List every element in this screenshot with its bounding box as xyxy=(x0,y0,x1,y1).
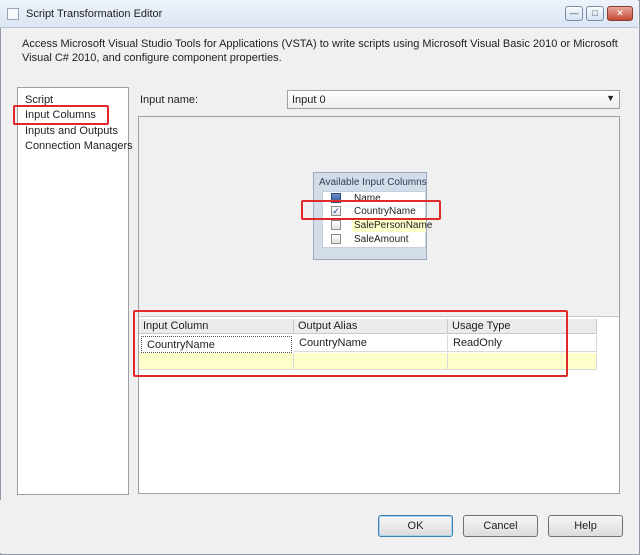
available-input-columns-title: Available Input Columns xyxy=(319,177,427,188)
input-name-value: Input 0 xyxy=(292,94,326,106)
nav-item-connection-managers[interactable]: Connection Managers xyxy=(25,140,133,152)
column-name: SaleAmount xyxy=(354,234,409,245)
column-row-saleamount[interactable]: SaleAmount xyxy=(322,233,426,246)
input-name-label: Input name: xyxy=(140,94,199,106)
ok-button[interactable]: OK xyxy=(378,515,453,537)
countryname-checkbox[interactable]: ✓ xyxy=(331,206,341,216)
maximize-button[interactable]: □ xyxy=(586,6,604,21)
minimize-icon: — xyxy=(569,8,579,18)
grid-header-input-column[interactable]: Input Column xyxy=(139,319,294,334)
nav-item-script[interactable]: Script xyxy=(25,94,53,106)
input-name-dropdown[interactable]: Input 0 ▼ xyxy=(287,90,620,109)
help-button[interactable]: Help xyxy=(548,515,623,537)
editor-description: Access Microsoft Visual Studio Tools for… xyxy=(22,38,618,64)
saleamount-checkbox[interactable] xyxy=(331,234,341,244)
close-button[interactable]: ✕ xyxy=(607,6,633,21)
column-row-salepersonname[interactable]: SalePersonName xyxy=(322,219,433,232)
grid-header-usage-type[interactable]: Usage Type xyxy=(448,319,597,334)
grid-new-row-input-column[interactable] xyxy=(139,353,294,370)
grid-cell-usage-type[interactable]: ReadOnly xyxy=(448,335,597,352)
grid-cell-input-column[interactable]: CountryName xyxy=(141,336,292,353)
nav-item-inputs-and-outputs[interactable]: Inputs and Outputs xyxy=(25,125,118,137)
maximize-icon: □ xyxy=(592,8,598,18)
grid-cell-output-alias[interactable]: CountryName xyxy=(294,335,448,352)
select-all-checkbox[interactable] xyxy=(331,193,341,203)
check-icon: ✓ xyxy=(332,206,340,216)
name-column-header: Name xyxy=(354,193,381,204)
column-name: CountryName xyxy=(354,206,416,217)
column-row-countryname[interactable]: ✓ CountryName xyxy=(322,205,426,218)
grid-header-output-alias[interactable]: Output Alias xyxy=(294,319,448,334)
column-name: SalePersonName xyxy=(352,219,433,232)
chevron-down-icon: ▼ xyxy=(606,93,615,103)
window-icon xyxy=(7,8,19,20)
nav-item-input-columns[interactable]: Input Columns xyxy=(25,109,96,121)
column-header-row: Name xyxy=(322,192,426,205)
dialog-footer xyxy=(0,500,638,553)
close-icon: ✕ xyxy=(616,8,624,18)
window-title: Script Transformation Editor xyxy=(26,8,163,20)
minimize-button[interactable]: — xyxy=(565,6,583,21)
cancel-button[interactable]: Cancel xyxy=(463,515,538,537)
panel-splitter[interactable] xyxy=(139,316,619,317)
grid-new-row-output-alias[interactable] xyxy=(294,353,448,370)
salepersonname-checkbox[interactable] xyxy=(331,220,341,230)
grid-new-row-usage-type[interactable] xyxy=(448,353,597,370)
